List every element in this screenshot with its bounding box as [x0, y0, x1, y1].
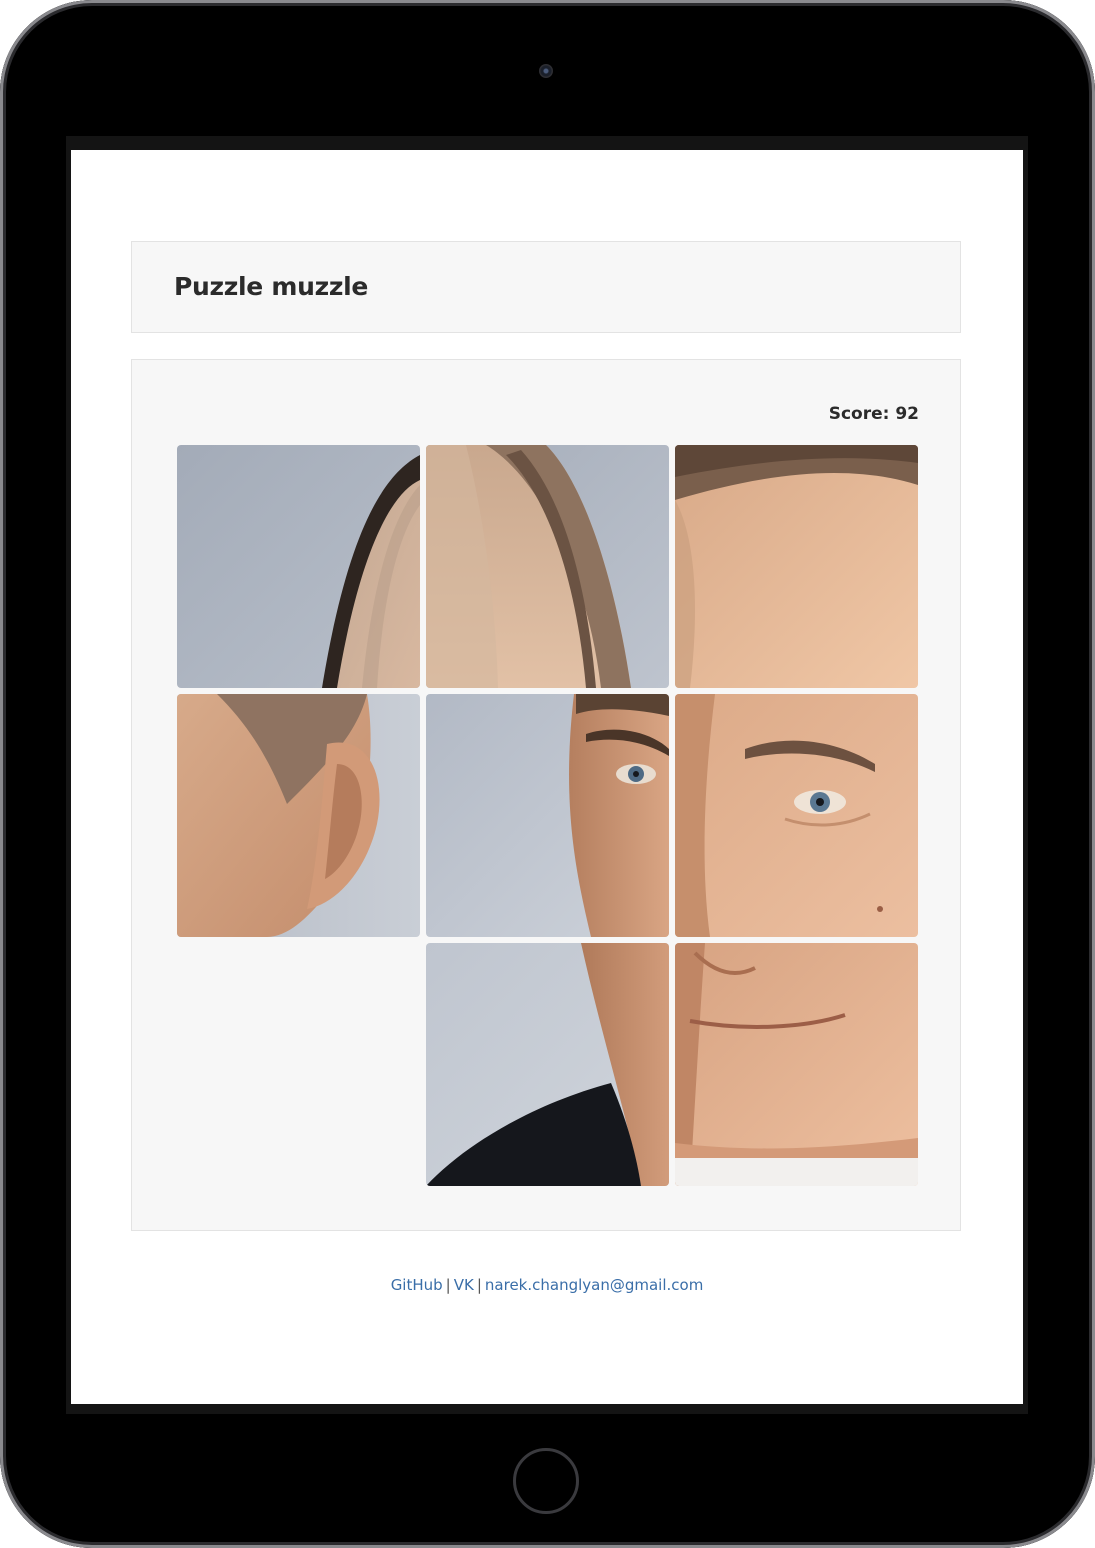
- camera-icon: [539, 64, 553, 78]
- puzzle-board: [177, 445, 921, 1189]
- page-title: Puzzle muzzle: [174, 272, 369, 301]
- tile-jaw-suit[interactable]: [426, 943, 669, 1186]
- tile-forehead[interactable]: [675, 445, 918, 688]
- game-panel: Score: 92: [131, 359, 961, 1231]
- tile-ear[interactable]: [177, 694, 420, 937]
- header-panel: Puzzle muzzle: [131, 241, 961, 333]
- tile-hair-top-image: [426, 445, 669, 688]
- tile-hair-left[interactable]: [177, 445, 420, 688]
- footer-separator: |: [445, 1276, 451, 1294]
- score-display: Score: 92: [828, 404, 919, 424]
- screen: Puzzle muzzle Score: 92 GitHub | VK | na…: [71, 150, 1023, 1404]
- tablet-frame: Puzzle muzzle Score: 92 GitHub | VK | na…: [0, 0, 1095, 1548]
- empty-slot[interactable]: [177, 943, 420, 1186]
- footer: GitHub | VK | narek.changlyan@gmail.com: [71, 1276, 1023, 1294]
- tile-right-eye-image: [675, 694, 918, 937]
- tile-ear-image: [177, 694, 420, 937]
- tile-forehead-image: [675, 445, 918, 688]
- footer-separator: |: [476, 1276, 482, 1294]
- home-button[interactable]: [513, 1448, 579, 1514]
- tile-hair-left-image: [177, 445, 420, 688]
- tile-left-eye-image: [426, 694, 669, 937]
- tile-jaw-suit-image: [426, 943, 669, 1186]
- email-link[interactable]: narek.changlyan@gmail.com: [485, 1276, 703, 1294]
- tile-mouth-chin[interactable]: [675, 943, 918, 1186]
- tile-left-eye[interactable]: [426, 694, 669, 937]
- tile-right-eye[interactable]: [675, 694, 918, 937]
- tile-hair-top[interactable]: [426, 445, 669, 688]
- tile-mouth-chin-image: [675, 943, 918, 1186]
- github-link[interactable]: GitHub: [391, 1276, 443, 1294]
- vk-link[interactable]: VK: [454, 1276, 474, 1294]
